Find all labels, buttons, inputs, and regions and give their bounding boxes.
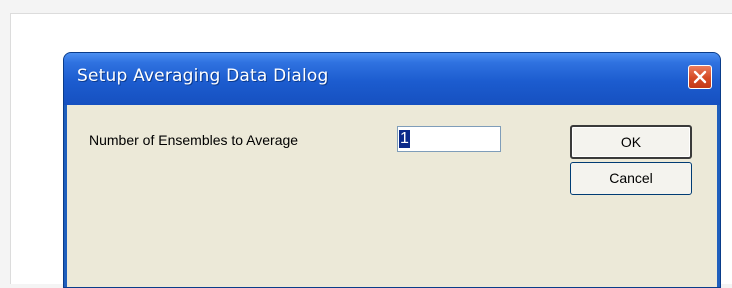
dialog-title: Setup Averaging Data Dialog (77, 66, 329, 86)
cancel-button[interactable]: Cancel (570, 162, 692, 195)
page-background: Setup Averaging Data Dialog Number of En… (10, 13, 732, 288)
dialog-body: Number of Ensembles to Average 1 OK Canc… (67, 105, 717, 287)
ensembles-input-value: 1 (399, 130, 410, 148)
setup-averaging-dialog: Setup Averaging Data Dialog Number of En… (63, 52, 721, 288)
ensembles-label: Number of Ensembles to Average (89, 132, 299, 148)
ensembles-input[interactable]: 1 (397, 126, 501, 152)
ok-button[interactable]: OK (570, 125, 692, 159)
close-icon (693, 70, 707, 84)
close-button[interactable] (688, 65, 712, 89)
dialog-titlebar[interactable]: Setup Averaging Data Dialog (64, 53, 720, 105)
